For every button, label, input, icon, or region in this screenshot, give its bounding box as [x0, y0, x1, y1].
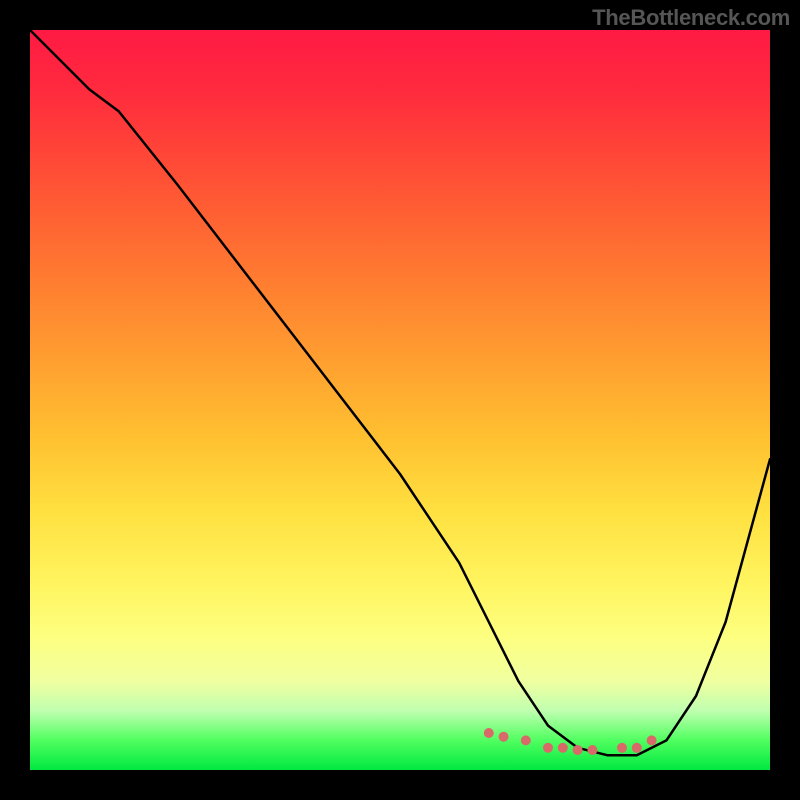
optimal-marker: [573, 745, 583, 755]
plot-area: [30, 30, 770, 770]
optimal-marker: [521, 735, 531, 745]
optimal-marker: [632, 743, 642, 753]
optimal-marker: [587, 745, 597, 755]
optimal-marker: [543, 743, 553, 753]
optimal-marker: [558, 743, 568, 753]
watermark: TheBottleneck.com: [592, 5, 790, 31]
chart-svg: [30, 30, 770, 770]
optimal-marker: [484, 728, 494, 738]
curve-group: [30, 30, 770, 755]
chart-container: TheBottleneck.com: [0, 0, 800, 800]
optimal-marker: [617, 743, 627, 753]
optimal-marker: [499, 732, 509, 742]
optimal-marker: [647, 735, 657, 745]
bottleneck-curve-path: [30, 30, 770, 755]
